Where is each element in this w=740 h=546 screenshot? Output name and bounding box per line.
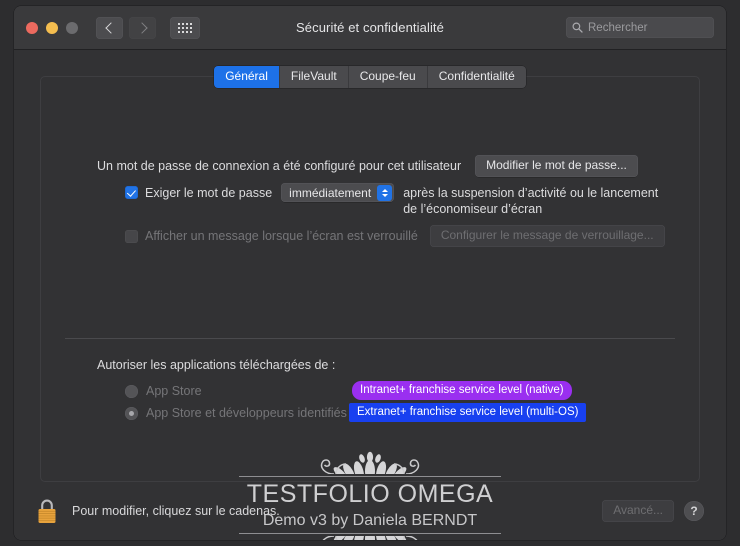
- radio-app-store: [125, 385, 138, 398]
- closed-padlock-icon: [38, 499, 56, 523]
- window-titlebar: Sécurité et confidentialité Rechercher: [14, 6, 726, 50]
- badge-intranet-label: Intranet+ franchise service level (nativ…: [352, 381, 572, 400]
- download-option-app-store[interactable]: App Store: [125, 383, 202, 399]
- traffic-light-controls: [26, 21, 78, 34]
- general-settings-panel: Un mot de passe de connexion a été confi…: [40, 76, 700, 540]
- require-password-label: Exiger le mot de passe: [145, 186, 273, 200]
- tab-firewall[interactable]: Coupe-feu: [348, 66, 428, 88]
- require-password-row: Exiger le mot de passe immédiatement apr…: [125, 183, 669, 217]
- window-bottom-bar: Pour modifier, cliquez sur le cadenas. A…: [14, 482, 726, 540]
- badge-intranet: Intranet+ franchise service level (nativ…: [352, 380, 572, 400]
- chevron-updown-icon: [377, 184, 393, 201]
- zoom-button-disabled: [66, 21, 78, 34]
- search-input[interactable]: Rechercher: [566, 17, 714, 38]
- tab-privacy[interactable]: Confidentialité: [427, 66, 526, 88]
- badge-extranet: Extranet+ franchise service level (multi…: [349, 402, 587, 422]
- floral-ornament-top-icon: [320, 451, 420, 474]
- badge-extranet-label: Extranet+ franchise service level (multi…: [349, 403, 587, 422]
- tab-filevault[interactable]: FileVault: [279, 66, 349, 88]
- back-button[interactable]: [96, 16, 123, 39]
- minimize-button[interactable]: [46, 21, 58, 34]
- lock-button[interactable]: [36, 498, 58, 525]
- navigation-buttons: [96, 16, 156, 39]
- chevron-right-icon: [135, 21, 148, 34]
- logo-rule-top: [239, 476, 501, 477]
- desktop-background: Sécurité et confidentialité Rechercher G…: [0, 0, 740, 546]
- require-password-checkbox[interactable]: [125, 186, 138, 199]
- search-icon: [572, 22, 583, 33]
- show-all-button[interactable]: [170, 16, 200, 39]
- password-status-label: Un mot de passe de connexion a été confi…: [97, 159, 462, 173]
- close-button[interactable]: [26, 21, 38, 34]
- forward-button: [129, 16, 156, 39]
- radio-app-store-label: App Store: [146, 384, 202, 398]
- chevron-left-icon: [104, 21, 117, 34]
- tab-general[interactable]: Général: [214, 66, 280, 88]
- password-delay-value: immédiatement: [289, 185, 372, 200]
- require-password-suffix-line2: de l’économiseur d’écran: [403, 202, 543, 216]
- grid-icon: [178, 22, 192, 33]
- radio-identified-developers-label: App Store et développeurs identifiés: [146, 406, 347, 420]
- downloads-heading-row: Autoriser les applications téléchargées …: [97, 357, 335, 373]
- search-placeholder: Rechercher: [588, 21, 648, 34]
- download-option-identified-developers[interactable]: App Store et développeurs identifiés: [125, 405, 347, 421]
- password-delay-popup[interactable]: immédiatement: [281, 183, 395, 202]
- bottom-actions: Avancé... ?: [602, 500, 704, 522]
- require-password-suffix: après la suspension d’activité ou le lan…: [403, 185, 658, 217]
- radio-identified-developers: [125, 407, 138, 420]
- change-password-button[interactable]: Modifier le mot de passe...: [475, 155, 638, 177]
- password-status-row: Un mot de passe de connexion a été confi…: [97, 155, 669, 177]
- tab-bar: Général FileVault Coupe-feu Confidential…: [14, 66, 726, 88]
- advanced-button: Avancé...: [602, 500, 674, 522]
- lock-hint-text: Pour modifier, cliquez sur le cadenas.: [72, 504, 280, 518]
- lock-message-row: Afficher un message lorsque l’écran est …: [125, 225, 669, 247]
- require-password-suffix-line1: après la suspension d’activité ou le lan…: [403, 186, 659, 200]
- configure-lock-message-button: Configurer le message de verrouillage...: [429, 225, 665, 247]
- downloads-heading: Autoriser les applications téléchargées …: [97, 358, 336, 372]
- section-divider: [65, 338, 675, 339]
- lock-message-label: Afficher un message lorsque l’écran est …: [145, 229, 418, 243]
- system-preferences-window: Sécurité et confidentialité Rechercher G…: [14, 6, 726, 540]
- lock-message-checkbox: [125, 230, 138, 243]
- preference-pane-content: Général FileVault Coupe-feu Confidential…: [14, 50, 726, 540]
- help-button[interactable]: ?: [684, 501, 704, 521]
